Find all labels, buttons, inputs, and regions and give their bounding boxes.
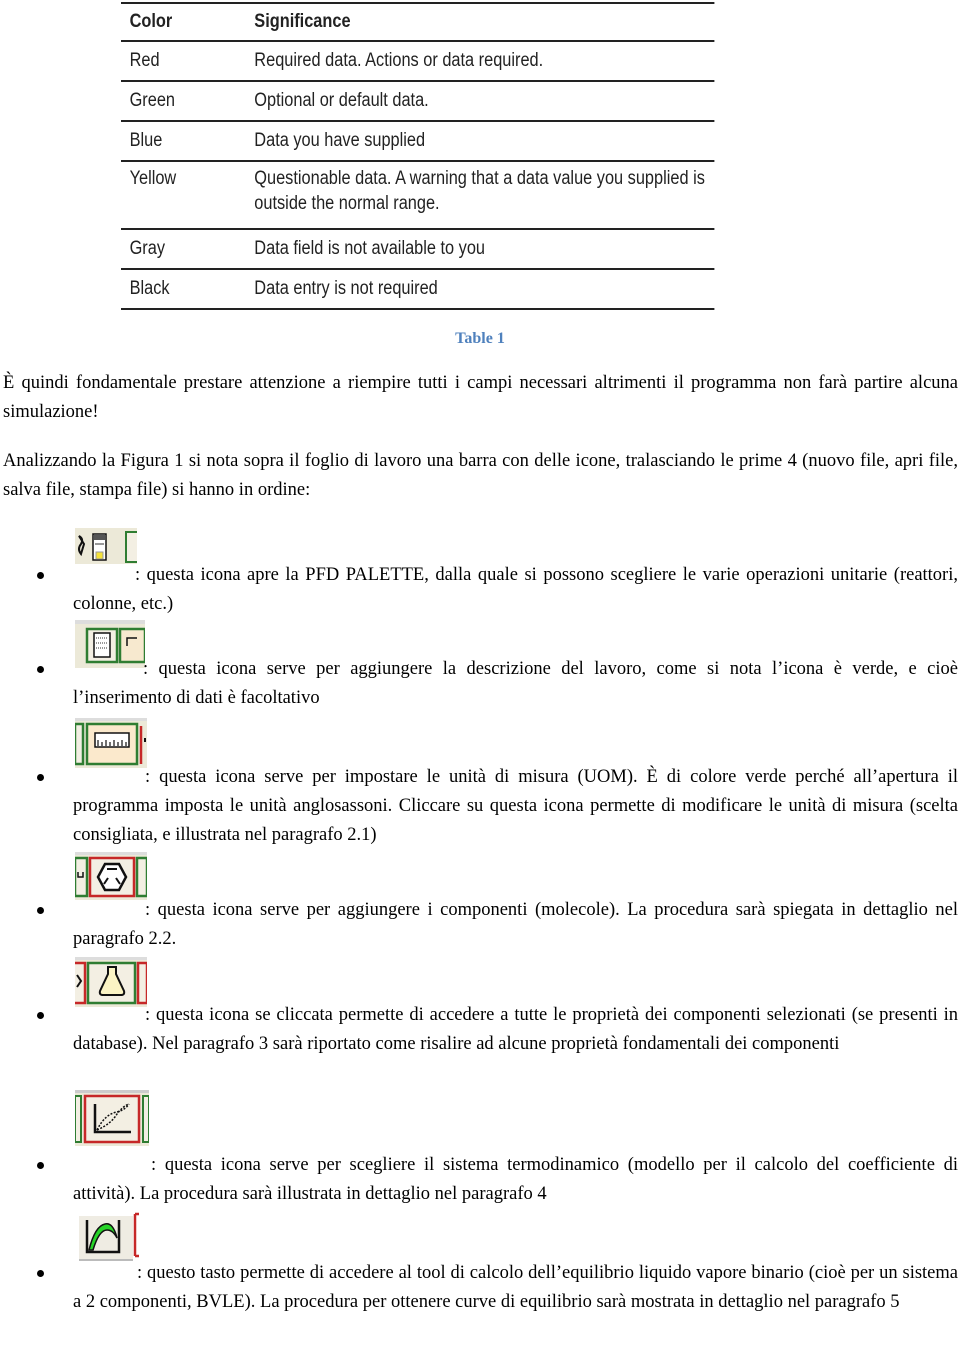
table-row: Black Data entry is not required bbox=[121, 268, 715, 310]
header-significance: Significance bbox=[254, 11, 351, 32]
list-item: : questa icona serve per aggiungere i co… bbox=[37, 896, 958, 954]
list-item: : questo tasto permette di accedere al t… bbox=[37, 1259, 958, 1317]
cell-significance: Required data. Actions or data required. bbox=[254, 50, 544, 71]
pfd-palette-icon bbox=[75, 528, 137, 564]
table-row: Gray Data field is not available to you bbox=[121, 228, 715, 268]
table-row: Green Optional or default data. bbox=[121, 80, 715, 120]
table-caption: Table 1 bbox=[455, 330, 505, 347]
header-color: Color bbox=[129, 11, 173, 32]
color-significance-table: Color Significance Red Required data. Ac… bbox=[121, 2, 715, 310]
intro-paragraph: È quindi fondamentale prestare attenzion… bbox=[3, 373, 958, 422]
cell-significance: Optional or default data. bbox=[254, 90, 429, 111]
molecule-components-icon bbox=[75, 852, 147, 900]
list-item-text: : questo tasto permette di accedere al t… bbox=[73, 1263, 958, 1312]
list-item-text: : questa icona serve per scegliere il si… bbox=[73, 1155, 958, 1204]
list-item-text: : questa icona serve per aggiungere i co… bbox=[73, 900, 958, 949]
list-item: : questa icona apre la PFD PALETTE, dall… bbox=[37, 561, 958, 619]
cell-significance: Data field is not available to you bbox=[254, 238, 486, 259]
bullet-dot bbox=[37, 1012, 44, 1019]
cell-color: Red bbox=[129, 50, 160, 71]
cell-significance: Questionable data. A warning that a data… bbox=[254, 166, 714, 216]
bvle-curve-icon bbox=[75, 1210, 141, 1262]
bullet-dot bbox=[37, 774, 44, 781]
list-item-text: : questa icona serve per aggiungere la d… bbox=[73, 659, 958, 708]
bullet-dot bbox=[37, 572, 44, 579]
cell-significance: Data entry is not required bbox=[254, 278, 438, 299]
cell-significance: Data you have supplied bbox=[254, 130, 426, 151]
cell-color: Gray bbox=[129, 238, 166, 259]
list-item: : questa icona se cliccata permette di a… bbox=[37, 1001, 958, 1059]
cell-significance-line: outside the normal range. bbox=[254, 193, 440, 214]
bullet-dot bbox=[37, 1270, 44, 1277]
bullet-dot bbox=[37, 907, 44, 914]
list-item: : questa icona serve per scegliere il si… bbox=[37, 1151, 958, 1209]
table-row: Red Required data. Actions or data requi… bbox=[121, 40, 715, 80]
cell-color: Black bbox=[129, 278, 170, 299]
flask-properties-icon bbox=[75, 957, 147, 1007]
cell-color: Yellow bbox=[129, 168, 177, 189]
table-row: Blue Data you have supplied bbox=[121, 120, 715, 160]
bullet-dot bbox=[37, 1162, 44, 1169]
toolbar-paragraph: Analizzando la Figura 1 si nota sopra il… bbox=[3, 451, 958, 500]
list-item: : questa icona serve per aggiungere la d… bbox=[37, 655, 958, 713]
cell-significance-line: Questionable data. A warning that a data… bbox=[254, 168, 705, 189]
list-item: : questa icona serve per impostare le un… bbox=[37, 763, 958, 850]
cell-color: Blue bbox=[129, 130, 163, 151]
list-item-text: : questa icona se cliccata permette di a… bbox=[73, 1005, 958, 1054]
thermo-model-curve-icon bbox=[75, 1090, 149, 1146]
table-header-row: Color Significance bbox=[121, 2, 715, 40]
bullet-dot bbox=[37, 666, 44, 673]
list-item-text: : questa icona serve per impostare le un… bbox=[73, 767, 958, 845]
table-row: Yellow Questionable data. A warning that… bbox=[121, 160, 715, 228]
list-item-text: : questa icona apre la PFD PALETTE, dall… bbox=[73, 565, 958, 614]
ruler-uom-icon bbox=[75, 718, 147, 768]
cell-color: Green bbox=[129, 90, 176, 111]
